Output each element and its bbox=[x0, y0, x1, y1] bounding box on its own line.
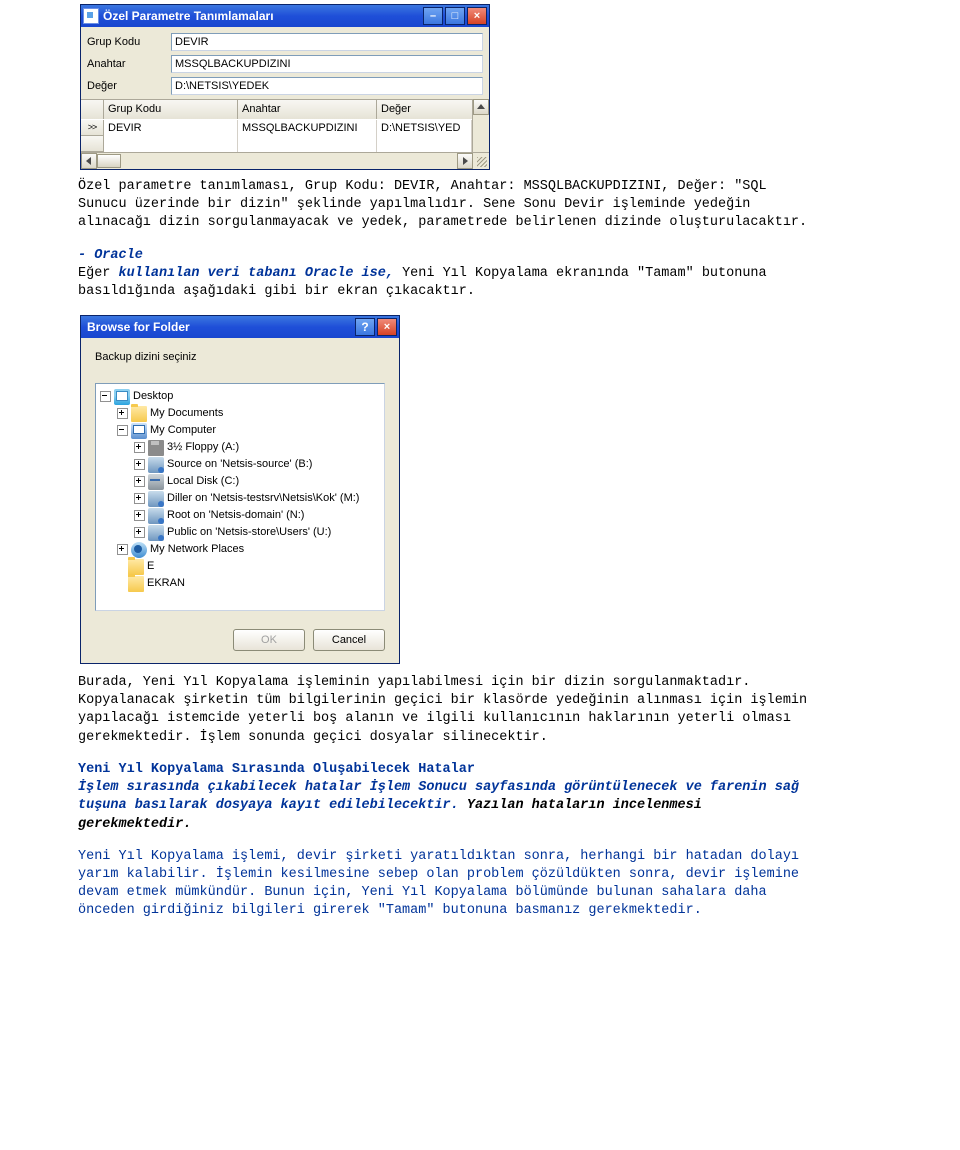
disk-icon bbox=[148, 474, 164, 490]
expand-icon[interactable] bbox=[134, 442, 145, 453]
grup-kodu-label: Grup Kodu bbox=[87, 35, 171, 50]
maximize-button[interactable]: □ bbox=[445, 7, 465, 25]
paragraph-3: Yeni Yıl Kopyalama işlemi, devir şirketi… bbox=[78, 848, 815, 921]
deger-label: Değer bbox=[87, 79, 171, 94]
tree-source-b[interactable]: Source on 'Netsis-source' (B:) bbox=[167, 456, 312, 473]
window-title: Browse for Folder bbox=[87, 319, 190, 335]
network-drive-icon bbox=[148, 457, 164, 473]
anahtar-label: Anahtar bbox=[87, 57, 171, 72]
tree-mycomputer[interactable]: My Computer bbox=[150, 422, 216, 439]
expand-icon[interactable] bbox=[134, 459, 145, 470]
folder-icon bbox=[128, 576, 144, 592]
param-defs-window: Özel Parametre Tanımlamaları – □ × Grup … bbox=[80, 4, 490, 170]
expand-icon[interactable] bbox=[117, 408, 128, 419]
close-button[interactable]: × bbox=[377, 318, 397, 336]
scroll-up-icon[interactable] bbox=[473, 99, 489, 115]
col-anahtar[interactable]: Anahtar bbox=[238, 100, 377, 119]
tree-floppy[interactable]: 3½ Floppy (A:) bbox=[167, 439, 239, 456]
expand-icon[interactable] bbox=[134, 476, 145, 487]
oracle-heading: - Oracle bbox=[78, 247, 815, 265]
folder-tree[interactable]: Desktop My Documents My Computer 3½ Flop… bbox=[95, 383, 385, 611]
horizontal-scrollbar[interactable] bbox=[81, 152, 489, 169]
cell-deger: D:\NETSIS\YED bbox=[377, 120, 472, 136]
network-drive-icon bbox=[148, 525, 164, 541]
cancel-button[interactable]: Cancel bbox=[313, 629, 385, 651]
expand-icon[interactable] bbox=[134, 493, 145, 504]
oracle-line-b: kullanılan veri tabanı Oracle ise, bbox=[119, 266, 394, 281]
help-button[interactable]: ? bbox=[355, 318, 375, 336]
scroll-left-icon[interactable] bbox=[81, 153, 97, 169]
paragraph-2: Burada, Yeni Yıl Kopyalama işleminin yap… bbox=[78, 674, 815, 747]
collapse-icon[interactable] bbox=[100, 391, 111, 402]
close-button[interactable]: × bbox=[467, 7, 487, 25]
table-row[interactable]: >> DEVIR MSSQLBACKUPDIZINI D:\NETSIS\YED bbox=[81, 120, 472, 136]
collapse-icon[interactable] bbox=[117, 425, 128, 436]
titlebar[interactable]: Browse for Folder ? × bbox=[81, 316, 399, 338]
app-icon bbox=[83, 8, 99, 24]
tree-desktop[interactable]: Desktop bbox=[133, 388, 173, 405]
browse-folder-dialog: Browse for Folder ? × Backup dizini seçi… bbox=[80, 315, 400, 664]
scroll-right-icon[interactable] bbox=[457, 153, 473, 169]
col-deger[interactable]: Değer bbox=[377, 100, 472, 119]
row-marker: >> bbox=[81, 120, 104, 136]
grup-kodu-input[interactable] bbox=[171, 33, 483, 51]
computer-icon bbox=[131, 423, 147, 439]
tree-public-u[interactable]: Public on 'Netsis-store\Users' (U:) bbox=[167, 524, 331, 541]
paragraph-1: Özel parametre tanımlaması, Grup Kodu: D… bbox=[78, 178, 815, 233]
grid-header: Grup Kodu Anahtar Değer bbox=[81, 99, 472, 120]
folder-icon bbox=[131, 406, 147, 422]
col-grup-kodu[interactable]: Grup Kodu bbox=[104, 100, 238, 119]
cell-anahtar: MSSQLBACKUPDIZINI bbox=[238, 120, 377, 136]
errors-heading: Yeni Yıl Kopyalama Sırasında Oluşabilece… bbox=[78, 761, 815, 779]
network-drive-icon bbox=[148, 508, 164, 524]
expand-icon[interactable] bbox=[134, 527, 145, 538]
deger-input[interactable] bbox=[171, 77, 483, 95]
tree-ekran[interactable]: EKRAN bbox=[147, 575, 185, 592]
minimize-button[interactable]: – bbox=[423, 7, 443, 25]
expand-icon[interactable] bbox=[134, 510, 145, 521]
cell-grup: DEVIR bbox=[104, 120, 238, 136]
tree-root-n[interactable]: Root on 'Netsis-domain' (N:) bbox=[167, 507, 304, 524]
window-title: Özel Parametre Tanımlamaları bbox=[103, 8, 274, 24]
vertical-scrollbar[interactable] bbox=[472, 99, 489, 152]
network-drive-icon bbox=[148, 491, 164, 507]
titlebar[interactable]: Özel Parametre Tanımlamaları – □ × bbox=[81, 5, 489, 27]
ok-button[interactable]: OK bbox=[233, 629, 305, 651]
network-places-icon bbox=[131, 542, 147, 558]
instruction-label: Backup dizini seçiniz bbox=[95, 350, 385, 365]
oracle-line-a: Eğer bbox=[78, 266, 119, 281]
tree-netplaces[interactable]: My Network Places bbox=[150, 541, 244, 558]
folder-icon bbox=[128, 559, 144, 575]
tree-e[interactable]: E bbox=[147, 558, 154, 575]
tree-diller-m[interactable]: Diller on 'Netsis-testsrv\Netsis\Kok' (M… bbox=[167, 490, 359, 507]
scroll-thumb[interactable] bbox=[97, 154, 121, 168]
anahtar-input[interactable] bbox=[171, 55, 483, 73]
expand-icon[interactable] bbox=[117, 544, 128, 555]
resize-grip-icon[interactable] bbox=[473, 153, 489, 169]
floppy-icon bbox=[148, 440, 164, 456]
tree-local-c[interactable]: Local Disk (C:) bbox=[167, 473, 239, 490]
tree-mydocs[interactable]: My Documents bbox=[150, 405, 223, 422]
table-row[interactable] bbox=[81, 136, 472, 152]
desktop-icon bbox=[114, 389, 130, 405]
